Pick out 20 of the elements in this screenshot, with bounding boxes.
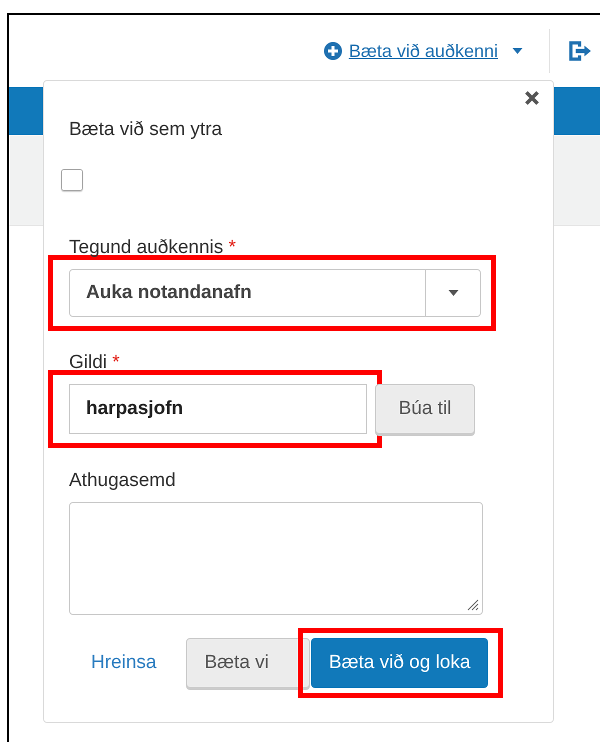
required-mark: * <box>112 352 120 373</box>
field-label: Athugasemd <box>69 470 177 492</box>
caret-icon <box>448 290 458 296</box>
type-dropdown[interactable]: Auka notandanafn <box>69 269 481 317</box>
field-label: Bæta við sem ytra <box>69 119 224 141</box>
close-icon[interactable] <box>523 89 541 107</box>
add-identifier-link[interactable]: Bæta við auðkenni <box>322 40 523 62</box>
required-mark: * <box>228 237 236 258</box>
note-field[interactable] <box>69 502 483 615</box>
field-label: Tegund auðkennis <box>69 237 224 258</box>
clear-link[interactable]: Hreinsa <box>74 652 176 674</box>
resize-grip-icon <box>467 599 479 611</box>
value-field[interactable]: harpasjofn <box>69 384 367 434</box>
generate-button[interactable]: Búa til <box>375 384 475 434</box>
checkbox[interactable] <box>61 169 83 191</box>
field-label: Gildi <box>69 352 108 373</box>
plus-circle-icon <box>322 41 343 61</box>
add-button[interactable]: Bæta vi <box>186 638 310 688</box>
add-and-close-button[interactable]: Bæta við og loka <box>310 638 488 688</box>
caret-icon <box>512 48 523 54</box>
